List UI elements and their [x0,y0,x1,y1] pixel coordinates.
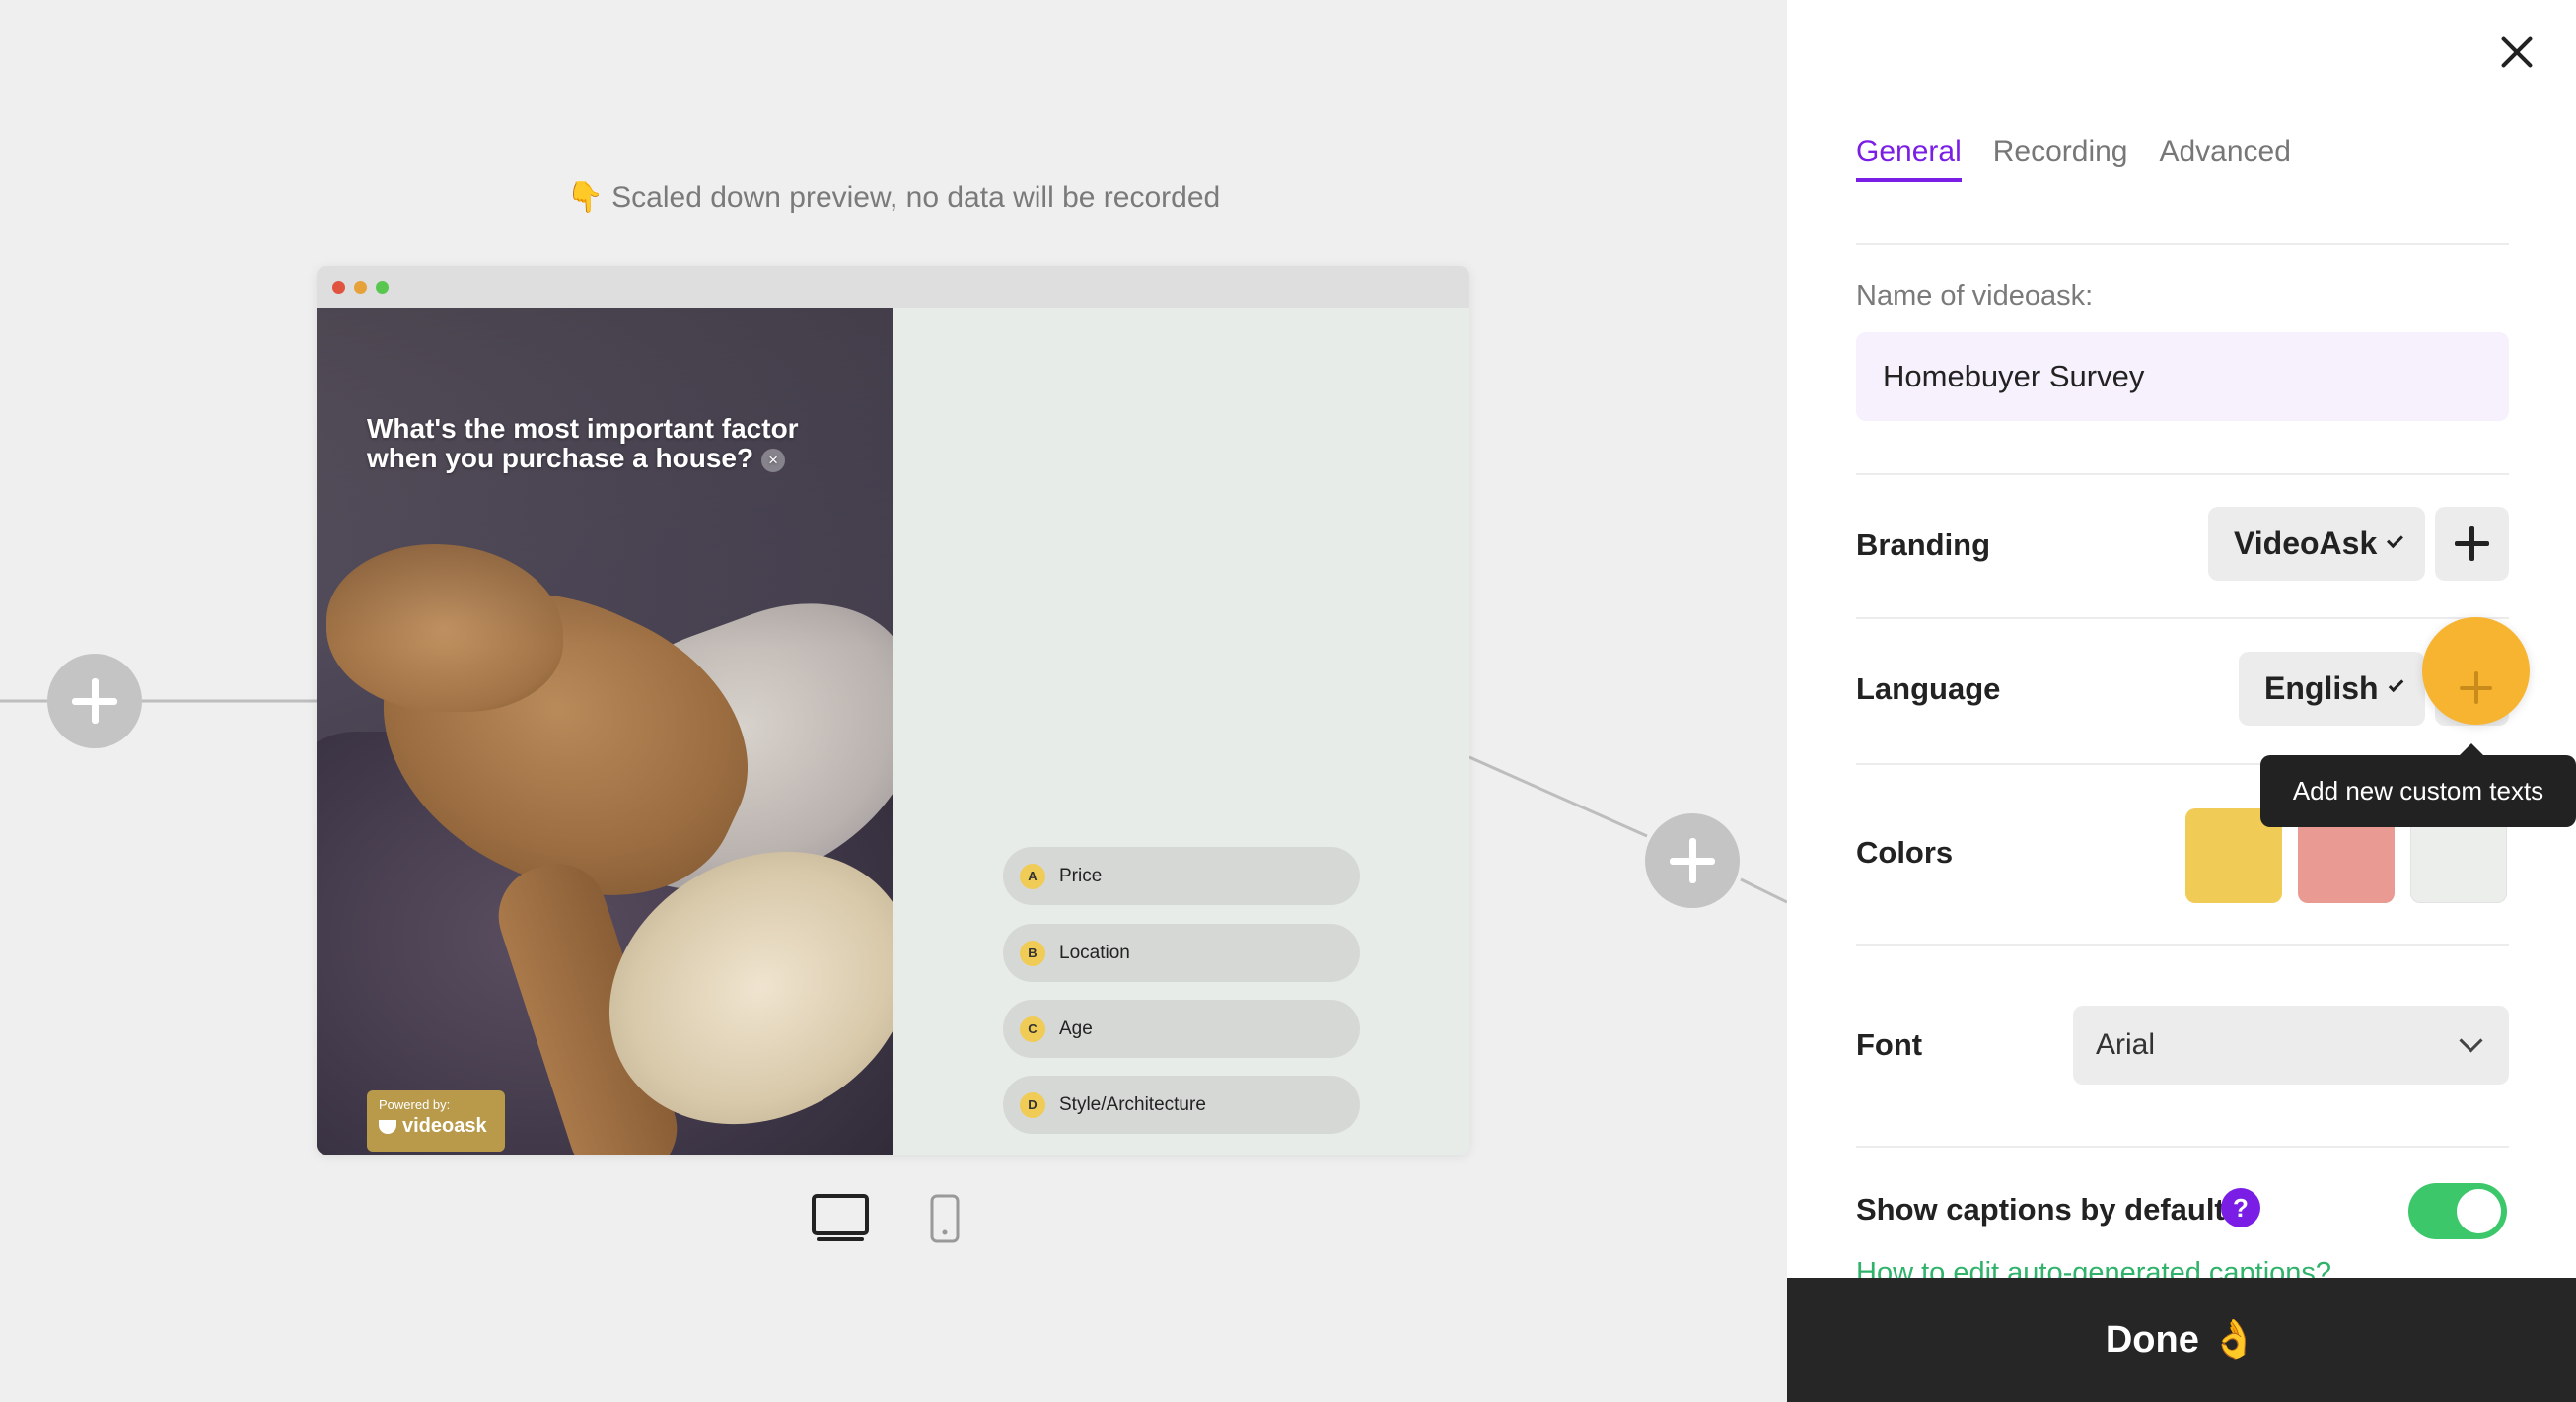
language-select[interactable]: English [2239,652,2425,726]
language-value: English [2264,670,2379,706]
divider [1856,944,2509,946]
answer-letter: C [1020,1016,1045,1042]
branding-select[interactable]: VideoAsk [2208,507,2425,581]
name-field-label: Name of videoask: [1856,280,2094,312]
question-close-icon[interactable]: × [761,448,786,472]
font-select[interactable]: Arial [2073,1006,2509,1085]
video-question: What's the most important factor when yo… [367,414,860,473]
preview-notice-text: Scaled down preview, no data will be rec… [611,181,1221,214]
tab-recording[interactable]: Recording [1993,135,2128,182]
answer-option-style[interactable]: D Style/Architecture [1003,1076,1360,1134]
captions-label: Show captions by default [1856,1192,2225,1227]
colors-label: Colors [1856,835,1954,870]
powered-by-label: Powered by: [379,1097,451,1112]
tab-general[interactable]: General [1856,135,1962,182]
language-label: Language [1856,671,2001,706]
window-maximize-dot [376,281,389,294]
chevron-down-icon [2388,676,2404,693]
preview-window: What's the most important factor when yo… [317,266,1469,1155]
answer-option-age[interactable]: C Age [1003,1000,1360,1058]
add-step-button-right[interactable] [1645,813,1740,908]
answer-letter: D [1020,1091,1045,1118]
captions-toggle[interactable] [2408,1183,2507,1239]
desktop-preview-icon[interactable] [811,1193,870,1244]
video-question-text: What's the most important factor when yo… [367,413,799,473]
done-button[interactable]: Done 👌 [1787,1278,2576,1402]
answer-letter: B [1020,940,1045,966]
answer-label: Price [1059,865,1103,886]
answer-label: Age [1059,1017,1093,1039]
font-label: Font [1856,1027,1923,1062]
answer-label: Style/Architecture [1059,1093,1206,1115]
done-label: Done [2105,1318,2199,1361]
branding-value: VideoAsk [2234,526,2378,561]
videoask-name-input[interactable] [1856,332,2509,421]
branding-label: Branding [1856,527,1991,562]
video-pane: What's the most important factor when yo… [317,308,893,1155]
settings-tabs: General Recording Advanced [1856,135,2291,182]
divider [1856,473,2509,475]
toggle-knob [2457,1189,2501,1233]
answer-pane: A Price B Location C Age D Style/Archite… [893,308,1469,1155]
chevron-down-icon [2387,531,2404,548]
add-step-button-left[interactable] [47,654,142,748]
window-minimize-dot [354,281,367,294]
ok-hand-icon: 👌 [2210,1319,2258,1361]
preview-notice: 👇 Scaled down preview, no data will be re… [0,180,1787,215]
hotspot-highlight[interactable] [2422,617,2530,725]
chevron-down-icon [2459,1028,2483,1053]
brand-name: videoask [402,1115,487,1137]
font-value: Arial [2096,1028,2156,1061]
pointing-down-icon: 👇 [566,181,605,214]
close-icon[interactable] [2497,33,2537,72]
powered-by-badge[interactable]: Powered by: videoask [367,1090,505,1152]
divider [1856,243,2509,245]
tab-advanced[interactable]: Advanced [2159,135,2290,182]
answer-letter: A [1020,863,1045,889]
flow-canvas: 👇 Scaled down preview, no data will be re… [0,0,1787,1402]
add-branding-button[interactable] [2435,507,2509,581]
mobile-preview-icon[interactable] [929,1193,961,1244]
preview-window-titlebar [317,266,1469,308]
tooltip: Add new custom texts [2260,743,2576,827]
answer-option-price[interactable]: A Price [1003,847,1360,905]
answer-option-location[interactable]: B Location [1003,924,1360,982]
answer-label: Location [1059,942,1130,963]
videoask-logo-icon [379,1119,396,1134]
divider [1856,617,2509,619]
help-icon[interactable]: ? [2221,1188,2260,1227]
window-close-dot [332,281,345,294]
divider [1856,1146,2509,1148]
